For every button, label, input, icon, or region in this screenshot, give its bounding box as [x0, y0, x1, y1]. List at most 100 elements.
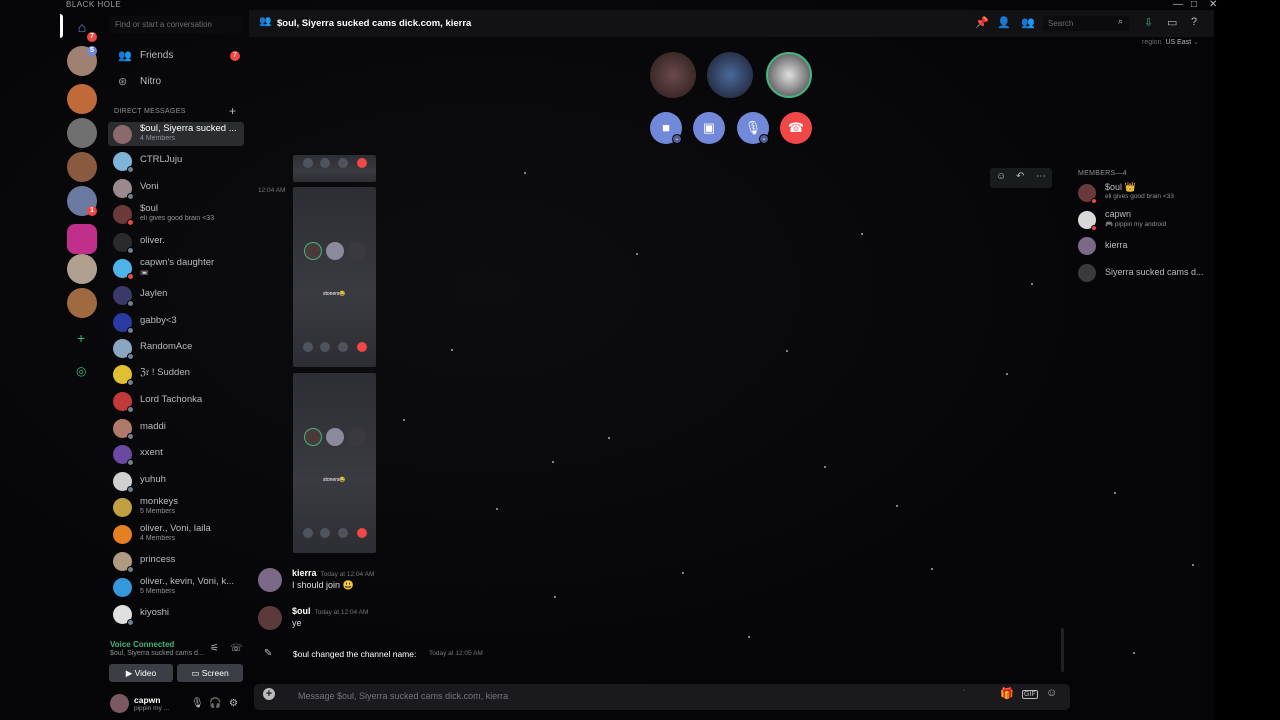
- message-time: Today at 12:04 AM: [320, 571, 375, 578]
- minimize-button[interactable]: —: [1173, 0, 1183, 10]
- search-input[interactable]: Search: [1043, 16, 1129, 31]
- status-dot: [127, 273, 134, 280]
- dm-item[interactable]: kiyoshi: [108, 602, 244, 626]
- region-selector[interactable]: region US East ⌄: [1142, 38, 1199, 46]
- message-author[interactable]: kierra Today at 12:04 AM: [292, 568, 374, 578]
- dm-item[interactable]: capwn's daughter 📼: [108, 256, 244, 280]
- message-composer: + Message $oul, Siyerra sucked cams dick…: [254, 684, 1070, 710]
- dm-subtext: 4 Members: [140, 135, 176, 142]
- server-icon-6[interactable]: [67, 224, 97, 254]
- chevron-down-icon[interactable]: ⌄: [759, 134, 769, 144]
- voice-status-panel: Voice Connected $oul, Siyerra sucked cam…: [108, 640, 248, 662]
- nitro-nav[interactable]: ⊛ Nitro: [116, 72, 244, 92]
- image-attachment[interactable]: stoners😂: [293, 373, 376, 553]
- members-header: MEMBERS—4: [1078, 170, 1127, 177]
- member-item[interactable]: kierra: [1078, 234, 1208, 258]
- server-badge: 5: [87, 46, 97, 56]
- message-author[interactable]: $oul Today at 12:04 AM: [292, 606, 368, 616]
- server-icon-7[interactable]: [67, 254, 97, 284]
- status-dot: [127, 300, 134, 307]
- video-button[interactable]: ▶ Video: [109, 664, 173, 682]
- dm-item[interactable]: princess: [108, 549, 244, 573]
- call-participant-avatar-speaking[interactable]: [766, 52, 812, 98]
- dm-item[interactable]: oliver., Voni, laila 4 Members: [108, 522, 244, 546]
- friends-nav[interactable]: 👥 Friends 7: [116, 46, 244, 66]
- message-avatar[interactable]: [258, 568, 282, 592]
- dm-item[interactable]: RandomAce: [108, 336, 244, 360]
- maximize-button[interactable]: □: [1191, 0, 1197, 10]
- close-window-button[interactable]: ✕: [1209, 0, 1217, 10]
- inbox-icon[interactable]: ▭: [1167, 16, 1177, 29]
- nitro-icon: ⊛: [118, 76, 128, 88]
- leave-call-button[interactable]: ☎: [780, 112, 812, 144]
- message-input[interactable]: Message $oul, Siyerra sucked cams dick.c…: [298, 691, 508, 701]
- more-options-icon[interactable]: ⋯: [1036, 171, 1046, 182]
- dm-subtext: 📼: [140, 270, 149, 277]
- disconnect-icon[interactable]: ☏: [230, 643, 243, 654]
- dm-name: oliver., Voni, laila: [140, 523, 211, 534]
- find-conversation-input[interactable]: Find or start a conversation: [110, 16, 242, 33]
- upload-plus-icon[interactable]: +: [263, 688, 275, 700]
- server-icon-4[interactable]: [67, 152, 97, 182]
- reply-icon[interactable]: ↶: [1016, 171, 1024, 182]
- mic-icon[interactable]: 🎙: [191, 698, 204, 709]
- dm-item[interactable]: gabby<3: [108, 310, 244, 334]
- dm-item[interactable]: CTRLJuju: [108, 149, 244, 173]
- voice-channel-label[interactable]: $oul, Siyerra sucked cams d...: [110, 650, 204, 657]
- member-item[interactable]: $oul 👑 eli gives good brain <33: [1078, 181, 1208, 205]
- dm-item[interactable]: yuhuh: [108, 469, 244, 493]
- add-server-icon[interactable]: +: [77, 330, 85, 346]
- dm-subtext: 5 Members: [140, 588, 176, 595]
- member-item[interactable]: Siyerra sucked cams d...: [1078, 261, 1208, 285]
- member-avatar: [1078, 264, 1096, 282]
- message-text: ye: [292, 618, 302, 628]
- server-icon-2[interactable]: [67, 84, 97, 114]
- dm-item[interactable]: xxent: [108, 442, 244, 466]
- dm-item[interactable]: $oul eli gives good brain <33: [108, 202, 244, 226]
- dm-name: princess: [140, 554, 176, 565]
- screen-share-call-button[interactable]: ▣: [693, 112, 725, 144]
- server-icon-8[interactable]: [67, 288, 97, 318]
- call-participant-avatar[interactable]: [707, 52, 753, 98]
- dm-item[interactable]: Jaylen: [108, 283, 244, 307]
- dm-item[interactable]: oliver., kevin, Voni, k... 5 Members: [108, 575, 244, 599]
- member-avatar: [1078, 237, 1096, 255]
- dm-item[interactable]: maddi: [108, 416, 244, 440]
- image-attachment[interactable]: stoners😂: [293, 187, 376, 367]
- dm-item[interactable]: monkeys 5 Members: [108, 495, 244, 519]
- screen-share-button[interactable]: ▭ Screen: [177, 664, 243, 682]
- noise-suppression-icon[interactable]: ⚟: [210, 643, 219, 654]
- image-attachment[interactable]: [293, 155, 376, 182]
- explore-servers-icon[interactable]: ◎: [76, 364, 86, 378]
- chevron-down-icon[interactable]: ⌄: [672, 134, 682, 144]
- scrollbar[interactable]: [1061, 628, 1064, 672]
- user-avatar[interactable]: [110, 694, 129, 713]
- settings-gear-icon[interactable]: ⚙: [229, 698, 238, 709]
- add-reaction-icon[interactable]: ☺: [996, 171, 1006, 182]
- gift-icon[interactable]: 🎁: [1000, 687, 1014, 700]
- dm-item[interactable]: Voni: [108, 176, 244, 200]
- gif-button[interactable]: GIF: [1022, 690, 1038, 699]
- server-icon-3[interactable]: [67, 118, 97, 148]
- video-label: Video: [134, 668, 157, 678]
- dm-sidebar: Find or start a conversation 👥 Friends 7…: [108, 10, 248, 720]
- new-dm-icon[interactable]: +: [229, 104, 236, 118]
- dm-item[interactable]: Lord Tachonka: [108, 389, 244, 413]
- message-actions-toolbar: ☺ ↶ ⋯: [990, 168, 1052, 188]
- headphones-icon[interactable]: 🎧: [209, 698, 221, 709]
- add-friend-icon[interactable]: 👤: [997, 16, 1011, 29]
- member-name: Siyerra sucked cams d...: [1105, 267, 1204, 277]
- emoji-icon[interactable]: ☺: [1046, 687, 1057, 699]
- call-participant-avatar[interactable]: [650, 52, 696, 98]
- status-dot: [127, 433, 134, 440]
- help-icon[interactable]: ?: [1191, 16, 1197, 28]
- download-icon[interactable]: ⇩: [1144, 16, 1153, 29]
- member-item[interactable]: capwn 🎮 pippin my android: [1078, 208, 1208, 232]
- dm-item[interactable]: ℨ𝔯 ! Sudden: [108, 362, 244, 386]
- pin-icon[interactable]: 📌: [975, 16, 989, 29]
- dm-item[interactable]: $oul, Siyerra sucked ... 4 Members: [108, 122, 244, 146]
- message-avatar[interactable]: [258, 606, 282, 630]
- status-dot: [127, 486, 134, 493]
- dm-item[interactable]: oliver.: [108, 230, 244, 254]
- member-list-icon[interactable]: 👥: [1021, 16, 1035, 29]
